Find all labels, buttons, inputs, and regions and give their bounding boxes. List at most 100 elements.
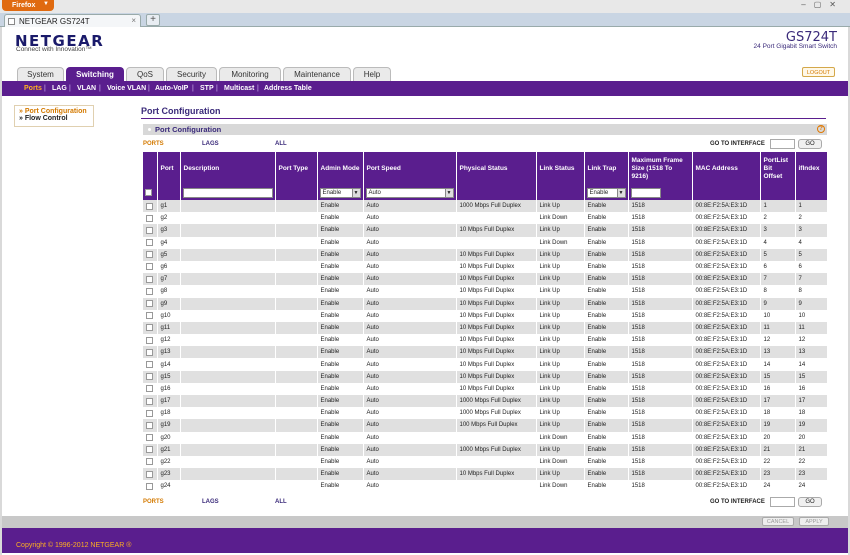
admin-mode-select[interactable]: Enable ▼ (319, 188, 361, 198)
subnav-lag[interactable]: LAG (52, 85, 67, 92)
row-checkbox[interactable] (146, 421, 153, 429)
table-row[interactable]: g20 Enable Auto Link Down Enable 1518 00:8E:F2… (143, 431, 828, 444)
cancel-button[interactable]: CANCEL (762, 517, 794, 526)
table-row[interactable]: g12 Enable Auto 10 Mbps Full Duplex Link Up E… (143, 334, 828, 347)
table-row[interactable]: g4 Enable Auto Link Down Enable 1518 00:8E:F2:… (143, 236, 828, 249)
leftnav-flow-control[interactable]: » Flow Control (15, 115, 93, 122)
link-trap-select[interactable]: Enable ▼ (586, 188, 626, 198)
row-checkbox[interactable] (146, 409, 153, 417)
table-row[interactable]: g2 Enable Auto Link Down Enable 1518 00:8E:F2:… (143, 212, 828, 225)
row-checkbox[interactable] (146, 482, 153, 490)
table-row[interactable]: g6 Enable Auto 10 Mbps Full Duplex Link Up En… (143, 260, 828, 274)
row-checkbox[interactable] (146, 239, 153, 247)
table-row[interactable]: g10 Enable Auto 10 Mbps Full Duplex Link Up E… (143, 309, 828, 322)
filter-ports[interactable]: PORTS (143, 141, 164, 147)
row-checkbox[interactable] (146, 312, 153, 320)
subnav-voice-vlan[interactable]: Voice VLAN (107, 85, 146, 92)
row-checkbox[interactable] (146, 263, 153, 271)
table-row[interactable]: g5 Enable Auto 10 Mbps Full Duplex Link Up En… (143, 248, 828, 261)
subnav-vlan[interactable]: VLAN (77, 85, 96, 92)
goto-interface-input-bottom[interactable] (770, 497, 795, 507)
table-row[interactable]: g18 Enable Auto 1000 Mbps Full Duplex Link U… (143, 407, 828, 420)
cell-type (275, 382, 318, 395)
table-row[interactable]: g19 Enable Auto 100 Mbps Full Duplex Link Up… (143, 419, 828, 432)
cell-desc (180, 334, 276, 347)
tab-maintenance[interactable]: Maintenance (283, 67, 351, 81)
chevron-down-icon: ▼ (43, 1, 49, 7)
row-checkbox[interactable] (146, 214, 153, 222)
filter-ports-bottom[interactable]: PORTS (143, 499, 164, 505)
apply-button[interactable]: APPLY (799, 517, 829, 526)
row-checkbox[interactable] (146, 360, 153, 368)
cell-speed: Auto (363, 407, 457, 420)
subnav-multicast[interactable]: Multicast (224, 85, 254, 92)
table-row[interactable]: g23 Enable Auto 10 Mbps Full Duplex Link Up E… (143, 468, 828, 481)
description-input[interactable] (182, 188, 273, 198)
window-controls[interactable]: –▢✕ (801, 0, 844, 9)
table-row[interactable]: g16 Enable Auto 10 Mbps Full Duplex Link Up E… (143, 382, 828, 395)
goto-button-bottom[interactable]: GO (798, 497, 822, 507)
subnav-auto-voip[interactable]: Auto-VoIP (155, 85, 188, 92)
table-row[interactable]: g8 Enable Auto 10 Mbps Full Duplex Link Up En… (143, 285, 828, 298)
row-checkbox[interactable] (146, 275, 153, 283)
subnav-stp[interactable]: STP (200, 85, 214, 92)
row-checkbox[interactable] (146, 287, 153, 295)
port-speed-select[interactable]: Auto ▼ (365, 188, 454, 198)
cell-ifindex: 1 (795, 200, 828, 213)
leftnav-port-configuration[interactable]: » Port Configuration (15, 106, 93, 115)
table-row[interactable]: g13 Enable Auto 10 Mbps Full Duplex Link Up E… (143, 346, 828, 359)
tab-system[interactable]: System (17, 67, 64, 81)
row-checkbox[interactable] (146, 336, 153, 344)
row-checkbox[interactable] (146, 397, 153, 405)
table-row[interactable]: g14 Enable Auto 10 Mbps Full Duplex Link Up E… (143, 358, 828, 371)
table-row[interactable]: g3 Enable Auto 10 Mbps Full Duplex Link Up En… (143, 224, 828, 237)
logout-button[interactable]: LOGOUT (802, 67, 835, 77)
row-select-cell (143, 443, 158, 456)
row-checkbox[interactable] (146, 300, 153, 308)
cell-mac: 00:8E:F2:5A:E3:1D (692, 443, 761, 456)
row-checkbox[interactable] (146, 202, 153, 210)
row-checkbox[interactable] (146, 385, 153, 393)
row-checkbox[interactable] (146, 446, 153, 454)
cell-trap: Enable (584, 285, 629, 298)
new-tab-button[interactable]: + (146, 14, 160, 26)
cell-speed: Auto (363, 346, 457, 359)
firefox-menu-button[interactable]: Firefox ▼ (2, 0, 54, 11)
table-row[interactable]: g11 Enable Auto 10 Mbps Full Duplex Link Up E… (143, 321, 828, 335)
row-checkbox[interactable] (146, 434, 153, 442)
tab-security[interactable]: Security (166, 67, 217, 81)
table-row[interactable]: g15 Enable Auto 10 Mbps Full Duplex Link Up E… (143, 370, 828, 383)
column-header: Link Trap (584, 152, 629, 186)
close-icon[interactable]: × (131, 16, 136, 25)
row-checkbox[interactable] (146, 251, 153, 259)
browser-tab[interactable]: NETGEAR GS724T × (4, 14, 141, 27)
goto-button[interactable]: GO (798, 139, 822, 149)
table-row[interactable]: g22 Enable Auto Link Down Enable 1518 00:8E:F2… (143, 455, 828, 469)
table-row[interactable]: g9 Enable Auto 10 Mbps Full Duplex Link Up En… (143, 297, 828, 310)
table-row[interactable]: g24 Enable Auto Link Down Enable 1518 00:8E:F2… (143, 480, 828, 493)
filter-all-bottom[interactable]: ALL (275, 499, 287, 505)
row-checkbox[interactable] (146, 373, 153, 381)
filter-lags[interactable]: LAGS (202, 141, 219, 147)
subnav-ports[interactable]: Ports (24, 85, 42, 92)
table-row[interactable]: g7 Enable Auto 10 Mbps Full Duplex Link Up En… (143, 273, 828, 286)
table-row[interactable]: g17 Enable Auto 1000 Mbps Full Duplex Link U… (143, 395, 828, 408)
help-icon[interactable]: ? (817, 125, 825, 133)
goto-interface-input[interactable] (770, 139, 795, 149)
filter-lags-bottom[interactable]: LAGS (202, 499, 219, 505)
row-checkbox[interactable] (146, 348, 153, 356)
tab-qos[interactable]: QoS (126, 67, 164, 81)
filter-all[interactable]: ALL (275, 141, 287, 147)
tab-monitoring[interactable]: Monitoring (219, 67, 281, 81)
row-checkbox[interactable] (146, 226, 153, 234)
row-checkbox[interactable] (146, 458, 153, 466)
subnav-address-table[interactable]: Address Table (264, 85, 312, 92)
row-checkbox[interactable] (146, 324, 153, 332)
table-row[interactable]: g1 Enable Auto 1000 Mbps Full Duplex Link Up… (143, 200, 828, 213)
max-frame-size-input[interactable] (630, 188, 661, 198)
row-checkbox[interactable] (146, 470, 153, 478)
select-all-checkbox[interactable] (145, 189, 152, 197)
tab-help[interactable]: Help (353, 67, 391, 81)
tab-switching[interactable]: Switching (66, 67, 124, 82)
table-row[interactable]: g21 Enable Auto 1000 Mbps Full Duplex Link U… (143, 443, 828, 456)
